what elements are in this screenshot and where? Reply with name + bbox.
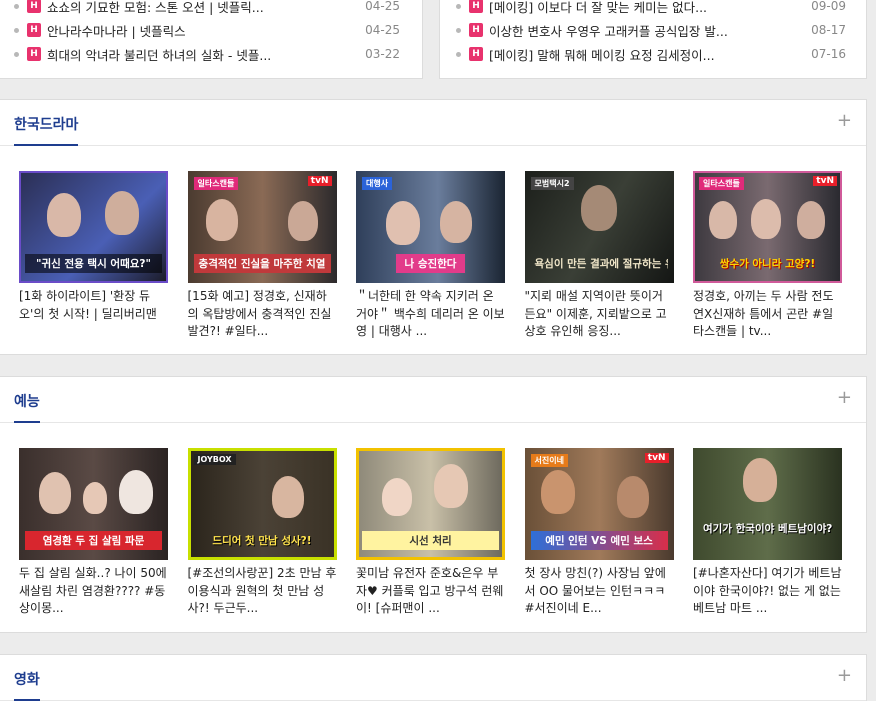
video-card-list: "귀신 전용 택시 어때요?" [1화 하이라이트] '환장 듀오'의 첫 시작… — [19, 171, 862, 341]
video-card[interactable]: 대행사 나 승진한다 ＂너한테 한 약속 지키러 온 거야＂ 백수희 데리러 온… — [356, 171, 505, 341]
program-tag: 일타스캔들 — [193, 177, 239, 190]
news-item[interactable]: H 이상한 변호사 우영우 고래커플 공식입장 발... 08-17 — [440, 20, 866, 40]
video-thumbnail[interactable]: 시선 처리 — [356, 448, 505, 560]
video-thumbnail[interactable]: 일타스캔들 tvN 쌍수가 아니라 고양?! — [693, 171, 842, 283]
tvn-logo-icon: tvN — [307, 176, 332, 186]
video-card[interactable]: 시선 처리 꽃미남 유전자 준호&은우 부자♥ 커플룩 입고 방구석 런웨이! … — [356, 448, 505, 618]
video-card[interactable]: 염경환 두 집 살림 파문 두 집 살림 실화..? 나이 50에 새살림 차린… — [19, 448, 168, 618]
news-title[interactable]: [메이킹] 말해 뭐해 메이킹 요정 김세정이... — [489, 45, 799, 64]
h-badge-icon: H — [27, 23, 41, 37]
video-title[interactable]: [1화 하이라이트] '환장 듀오'의 첫 시작! | 딜리버리맨 — [19, 288, 168, 341]
video-card[interactable]: 여기가 한국이야 베트남이야? [#나혼자산다] 여기가 베트남이야 한국이야?… — [693, 448, 842, 618]
bullet-icon — [456, 51, 461, 57]
thumbnail-caption: 쌍수가 아니라 고양?! — [719, 258, 816, 270]
video-title[interactable]: [15화 예고] 정경호, 신재하의 옥탑방에서 충격적인 진실 발견?! #일… — [188, 288, 337, 341]
bullet-icon — [14, 27, 19, 33]
section-title[interactable]: 영화 — [14, 669, 40, 701]
thumbnail-caption: 염경환 두 집 살림 파문 — [25, 531, 162, 550]
video-thumbnail[interactable]: 일타스캔들 tvN 충격적인 진실을 마주한 치열 — [187, 171, 337, 283]
h-badge-icon: H — [469, 23, 483, 37]
news-list-right: H [메이킹] 이보다 더 잘 맞는 케미는 없다... 09-09 H 이상한… — [439, 0, 867, 79]
thumbnail-caption: 시선 처리 — [362, 531, 499, 550]
section-header: 한국드라마 + — [0, 100, 866, 146]
program-tag: 일타스캔들 — [699, 177, 744, 190]
bullet-icon — [456, 27, 461, 33]
news-title[interactable]: 희대의 악녀라 불리던 하녀의 실화 - 넷플... — [47, 45, 353, 64]
section-header: 영화 + — [0, 655, 866, 701]
bullet-icon — [14, 51, 19, 57]
section-movies: 영화 + — [0, 654, 867, 701]
video-title[interactable]: 두 집 살림 실화..? 나이 50에 새살림 차린 염경환???? #동상이몽… — [19, 565, 168, 618]
thumbnail-caption: 드디어 첫 만남 성사?! — [212, 535, 312, 547]
news-list-left: H 쇼쇼의 기묘한 모험: 스톤 오션 | 넷플릭... 04-25 H 안나라… — [0, 0, 423, 79]
h-badge-icon: H — [27, 0, 41, 13]
video-thumbnail[interactable]: JOYBOX 드디어 첫 만남 성사?! — [187, 448, 337, 560]
section-title[interactable]: 한국드라마 — [14, 114, 79, 146]
video-card[interactable]: 일타스캔들 tvN 쌍수가 아니라 고양?! 정경호, 아끼는 두 사람 전도연… — [693, 171, 842, 341]
section-variety: 예능 + 염경환 두 집 살림 파문 두 집 살림 실화..? 나이 50에 새… — [0, 376, 867, 633]
news-date: 07-16 — [811, 47, 846, 61]
video-thumbnail[interactable]: 염경환 두 집 살림 파문 — [19, 448, 168, 560]
video-card[interactable]: JOYBOX 드디어 첫 만남 성사?! [#조선의사랑꾼] 2초 만남 후 이… — [187, 448, 337, 618]
video-card[interactable]: 서진이네 tvN 예민 인턴 VS 예민 보스 첫 장사 망친(?) 사장님 앞… — [524, 448, 674, 618]
h-badge-icon: H — [469, 0, 483, 13]
thumbnail-caption: 충격적인 진실을 마주한 치열 — [193, 254, 331, 273]
thumbnail-caption: 나 승진한다 — [396, 254, 465, 273]
video-thumbnail[interactable]: 대행사 나 승진한다 — [356, 171, 505, 283]
news-title[interactable]: 안나라수마나라 | 넷플릭스 — [47, 21, 353, 40]
news-date: 04-25 — [365, 23, 400, 37]
top-news-area: H 쇼쇼의 기묘한 모험: 스톤 오션 | 넷플릭... 04-25 H 안나라… — [0, 0, 876, 79]
video-thumbnail[interactable]: 서진이네 tvN 예민 인턴 VS 예민 보스 — [524, 448, 674, 560]
section-title[interactable]: 예능 — [14, 391, 40, 423]
video-title[interactable]: ＂너한테 한 약속 지키러 온 거야＂ 백수희 데리러 온 이보영 | 대행사 … — [356, 288, 505, 341]
bullet-icon — [456, 3, 461, 9]
program-tag: 모범택시2 — [530, 177, 574, 190]
news-date: 09-09 — [811, 0, 846, 13]
section-korean-drama: 한국드라마 + "귀신 전용 택시 어때요?" [1화 하이라이트] '환장 듀… — [0, 99, 867, 355]
thumbnail-caption: "귀신 전용 택시 어때요?" — [25, 254, 162, 273]
video-thumbnail[interactable]: 모범택시2 욕심이 만든 결과에 절규하는 유상하 — [524, 171, 674, 283]
video-card-list: 염경환 두 집 살림 파문 두 집 살림 실화..? 나이 50에 새살림 차린… — [19, 448, 862, 618]
program-tag: 서진이네 — [530, 454, 568, 467]
video-card[interactable]: "귀신 전용 택시 어때요?" [1화 하이라이트] '환장 듀오'의 첫 시작… — [19, 171, 168, 341]
news-item[interactable]: H 쇼쇼의 기묘한 모험: 스톤 오션 | 넷플릭... 04-25 — [0, 0, 422, 16]
news-item[interactable]: H 안나라수마나라 | 넷플릭스 04-25 — [0, 20, 422, 40]
video-thumbnail[interactable]: "귀신 전용 택시 어때요?" — [19, 171, 168, 283]
bullet-icon — [14, 3, 19, 9]
video-title[interactable]: "지뢰 매설 지역이란 뜻이거든요" 이제훈, 지뢰밭으로 고상호 유인해 응징… — [525, 288, 674, 341]
news-item[interactable]: H 희대의 악녀라 불리던 하녀의 실화 - 넷플... 03-22 — [0, 44, 422, 64]
news-title[interactable]: 이상한 변호사 우영우 고래커플 공식입장 발... — [489, 21, 799, 40]
video-title[interactable]: 꽃미남 유전자 준호&은우 부자♥ 커플룩 입고 방구석 런웨이! [슈퍼맨이 … — [356, 565, 505, 618]
news-title[interactable]: 쇼쇼의 기묘한 모험: 스톤 오션 | 넷플릭... — [47, 0, 353, 16]
news-item[interactable]: H [메이킹] 이보다 더 잘 맞는 케미는 없다... 09-09 — [440, 0, 866, 16]
news-date: 08-17 — [811, 23, 846, 37]
more-plus-icon[interactable]: + — [837, 667, 852, 685]
thumbnail-caption: 여기가 한국이야 베트남이야? — [703, 523, 833, 535]
h-badge-icon: H — [469, 47, 483, 61]
thumbnail-caption: 욕심이 만든 결과에 절규하는 유상하 — [534, 258, 668, 270]
video-card[interactable]: 일타스캔들 tvN 충격적인 진실을 마주한 치열 [15화 예고] 정경호, … — [187, 171, 337, 341]
tvn-logo-icon: tvN — [644, 453, 669, 463]
program-tag: JOYBOX — [193, 454, 236, 465]
video-thumbnail[interactable]: 여기가 한국이야 베트남이야? — [693, 448, 842, 560]
video-card[interactable]: 모범택시2 욕심이 만든 결과에 절규하는 유상하 "지뢰 매설 지역이란 뜻이… — [524, 171, 674, 341]
video-title[interactable]: 정경호, 아끼는 두 사람 전도연X신재하 틈에서 곤란 #일타스캔들 | tv… — [693, 288, 842, 341]
program-tag: 대행사 — [362, 177, 393, 190]
video-title[interactable]: 첫 장사 망친(?) 사장님 앞에서 OO 물어보는 인턴ㅋㅋㅋ #서진이네 E… — [525, 565, 674, 618]
news-title[interactable]: [메이킹] 이보다 더 잘 맞는 케미는 없다... — [489, 0, 799, 16]
video-title[interactable]: [#조선의사랑꾼] 2초 만남 후 이용식과 원혁의 첫 만남 성사?! 두근두… — [188, 565, 337, 618]
video-title[interactable]: [#나혼자산다] 여기가 베트남이야 한국이야?! 없는 게 없는 베트남 마트… — [693, 565, 842, 618]
more-plus-icon[interactable]: + — [837, 112, 852, 130]
news-date: 04-25 — [365, 0, 400, 13]
more-plus-icon[interactable]: + — [837, 389, 852, 407]
section-header: 예능 + — [0, 377, 866, 423]
h-badge-icon: H — [27, 47, 41, 61]
thumbnail-caption: 예민 인턴 VS 예민 보스 — [530, 531, 668, 550]
news-date: 03-22 — [365, 47, 400, 61]
tvn-logo-icon: tvN — [813, 176, 837, 186]
news-item[interactable]: H [메이킹] 말해 뭐해 메이킹 요정 김세정이... 07-16 — [440, 44, 866, 64]
